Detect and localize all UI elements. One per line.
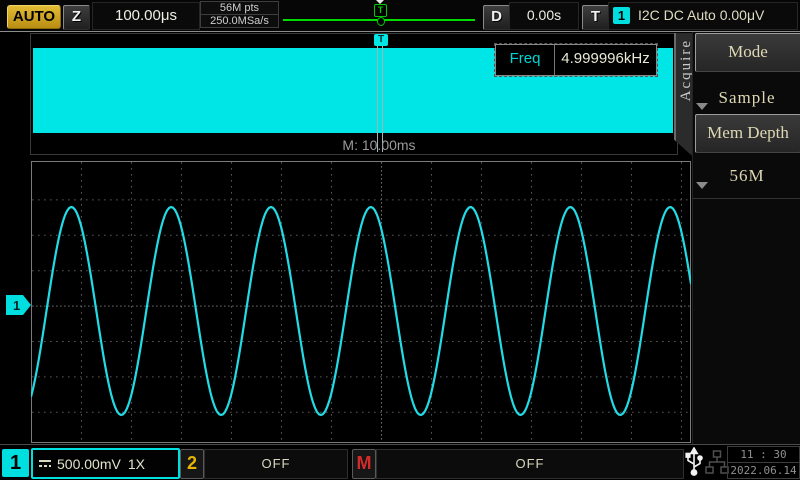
main-timebase-readout: M: 10.00ms	[309, 137, 449, 153]
zoom-mode-badge[interactable]: Z	[63, 5, 90, 30]
overview-trigger-marker[interactable]: T	[374, 34, 388, 46]
menu-button-mode[interactable]: Mode	[695, 33, 800, 72]
frequency-counter: Freq 4.999996kHz	[495, 44, 657, 76]
side-menu: Mode Sample Mem Depth 56M	[692, 32, 800, 445]
trigger-position-marker[interactable]: T	[374, 0, 387, 28]
trigger-t-icon: T	[374, 4, 387, 17]
usb-icon	[684, 447, 704, 478]
chevron-down-icon[interactable]	[696, 103, 708, 110]
channel1-marker-label: 1	[13, 298, 20, 313]
menu-separator	[693, 198, 800, 199]
channel1-settings-box[interactable]: 500.00mV 1X	[31, 448, 180, 479]
channel2-badge[interactable]: 2	[180, 449, 204, 479]
lan-icon	[705, 450, 729, 476]
chevron-down-icon[interactable]	[696, 182, 708, 189]
bottom-channel-bar: 1 500.00mV 1X 2 OFF M OFF	[0, 445, 800, 480]
channel1-waveform	[31, 207, 691, 415]
channel1-scale: 500.00mV	[57, 456, 121, 472]
top-status-bar: AUTO Z 100.00μs 56M pts 250.0MSa/s T D 0…	[0, 0, 800, 31]
menu-value-mode[interactable]: Sample	[693, 88, 800, 108]
waveform-graticule	[31, 161, 691, 443]
dc-coupling-icon	[38, 458, 53, 469]
sample-rate-readout: 250.0MSa/s	[200, 14, 279, 28]
trigger-badge: T	[582, 5, 609, 30]
zoom-overview-window: T M: 10.00ms Freq 4.999996kHz	[30, 33, 678, 155]
trigger-position-knob-icon	[377, 17, 385, 26]
memory-points-readout: 56M pts	[200, 1, 279, 15]
acquisition-readout: 56M pts 250.0MSa/s	[200, 1, 279, 30]
clock-date: 2022.06.14	[727, 462, 800, 479]
delay-badge: D	[483, 5, 510, 30]
channel2-status-box[interactable]: OFF	[204, 449, 348, 479]
timebase-readout[interactable]: 100.00μs	[92, 2, 200, 30]
trigger-source-badge[interactable]: 1	[613, 7, 630, 24]
topbar-separator	[0, 31, 800, 32]
math-badge[interactable]: M	[352, 449, 376, 479]
math-status-box[interactable]: OFF	[376, 449, 684, 479]
frequency-value: 4.999996kHz	[555, 45, 656, 75]
auto-mode-badge[interactable]: AUTO	[7, 5, 61, 29]
trigger-info-readout[interactable]: I2C DC Auto 0.00μV	[638, 0, 796, 31]
delay-readout[interactable]: 0.00s	[509, 2, 579, 30]
menu-value-mem-depth[interactable]: 56M	[693, 166, 800, 186]
channel1-level-marker[interactable]: 1	[6, 295, 32, 315]
frequency-label: Freq	[496, 45, 555, 75]
channel1-badge[interactable]: 1	[2, 449, 29, 477]
channel1-probe: 1X	[128, 456, 145, 472]
oscilloscope-screen: AUTO Z 100.00μs 56M pts 250.0MSa/s T D 0…	[0, 0, 800, 480]
clock-time: 11 : 30	[727, 446, 800, 463]
menu-button-mem-depth[interactable]: Mem Depth	[695, 114, 800, 153]
